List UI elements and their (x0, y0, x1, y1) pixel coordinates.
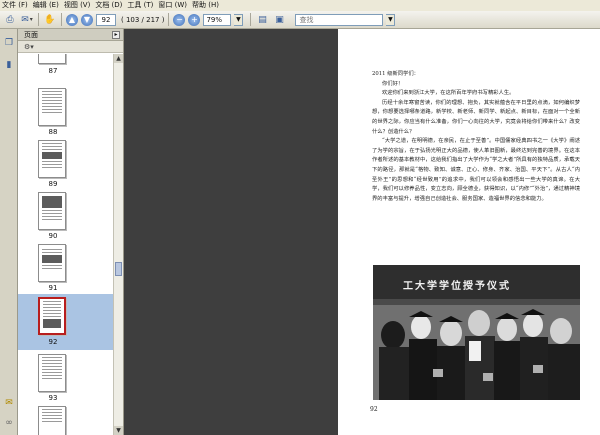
zoom-in-icon[interactable]: + (188, 13, 201, 26)
zoom-input[interactable]: 79% (203, 13, 232, 26)
thumbnail-label: 93 (48, 394, 58, 402)
paragraph: “大学之道，在明明德，在亲民，在止于至善”。中国儒家经典四书之一《大学》阐述了为… (372, 138, 580, 202)
share-icon[interactable]: ✉ (20, 13, 34, 26)
thumbnail-image (38, 406, 66, 435)
thumbnail-image (38, 354, 66, 392)
comments-icon[interactable]: ✉ (3, 397, 15, 409)
thumbnail-page-selected[interactable]: 92 (18, 294, 114, 350)
panel-header: 页面 ▸ (18, 29, 123, 41)
panel-options-button[interactable]: ⚙▾ (18, 41, 123, 53)
previous-page-icon[interactable]: ▲ (66, 13, 78, 26)
toolbar-separator (61, 13, 62, 26)
letter-greeting: 2011 级新同学们： (372, 71, 419, 77)
page-number-input[interactable]: 92 (96, 13, 116, 26)
thumbnail-image (38, 297, 66, 335)
fit-page-icon[interactable]: ▣ (272, 13, 286, 26)
thumbnail-label: 91 (48, 284, 58, 292)
thumbnail-label: 88 (48, 128, 58, 136)
menu-help[interactable]: 帮助 (H) (192, 0, 219, 11)
photo-banner-text: 工大学学位授予仪式 (403, 281, 511, 292)
panel-title: 页面 (24, 30, 38, 39)
thumbnail-page[interactable]: 90 (18, 192, 114, 244)
toolbar-separator (38, 13, 39, 26)
print-icon[interactable]: ⎙ (3, 13, 17, 26)
toolbar-separator (168, 13, 170, 26)
navigation-strip: ❐ ▮ ✉ ∞ (0, 29, 18, 435)
paragraph: 历经十余年寒窗苦读，你们的理想、抱负，其实就蕴含在平日里的点滴，如何编织梦想，你… (372, 99, 580, 135)
search-dropdown-button[interactable]: ▼ (386, 13, 396, 26)
document-page: 2011 级新同学们： 你们好！ 欢迎你们来到浙江大学，在这所百年学府书写精彩人… (338, 29, 600, 435)
thumbnail-scrollbar[interactable]: ▲ ▼ (113, 54, 123, 435)
menu-bar: 文件 (F) 编辑 (E) 视图 (V) 文档 (D) 工具 (T) 窗口 (W… (0, 0, 600, 11)
zoom-out-icon[interactable]: − (173, 13, 186, 26)
menu-edit[interactable]: 编辑 (E) (33, 0, 59, 11)
fit-width-icon[interactable]: ▤ (255, 13, 269, 26)
panel-menu-button[interactable]: ▸ (112, 31, 120, 39)
hand-tool-icon[interactable]: ✋ (43, 13, 57, 26)
scroll-up-icon[interactable]: ▲ (114, 54, 123, 63)
thumbnail-image (38, 88, 66, 126)
attachments-icon[interactable]: ∞ (3, 417, 15, 429)
thumbnail-label: 90 (48, 232, 58, 240)
search-input[interactable]: 查找 (295, 13, 384, 26)
thumbnail-page[interactable] (18, 406, 114, 435)
page-number-label: 92 (370, 406, 378, 413)
toolbar-separator (250, 13, 252, 26)
next-page-icon[interactable]: ▼ (81, 13, 93, 26)
toolbar: ⎙ ✉ ✋ ▲ ▼ 92 ( 103 / 217 ) − + 79% ▼ ▤ ▣… (0, 11, 600, 29)
pages-panel: 页面 ▸ ⚙▾ 87 88 89 90 91 92 93 ▲ ▼ (18, 29, 124, 435)
thumbnail-image (38, 140, 66, 178)
scroll-down-icon[interactable]: ▼ (114, 426, 123, 435)
thumbnail-label: 89 (48, 180, 58, 188)
thumbnail-page[interactable]: 87 (18, 54, 114, 78)
menu-view[interactable]: 视图 (V) (64, 0, 90, 11)
thumbnail-page[interactable]: 88 (18, 88, 114, 140)
graduation-photo: 工大学学位授予仪式 (373, 265, 580, 400)
options-icon[interactable]: ⚙▾ (24, 43, 34, 51)
pages-icon[interactable]: ❐ (3, 37, 15, 49)
paragraph: 欢迎你们来到浙江大学，在这所百年学府书写精彩人生。 (382, 90, 515, 97)
scrollbar-thumb[interactable] (115, 262, 122, 276)
thumbnail-page[interactable]: 91 (18, 244, 114, 296)
thumbnail-image (38, 192, 66, 230)
menu-file[interactable]: 文件 (F) (2, 0, 28, 11)
thumbnail-image (38, 54, 66, 64)
thumbnail-page[interactable]: 89 (18, 140, 114, 192)
thumbnail-list: 87 88 89 90 91 92 93 (18, 54, 114, 435)
page-count: ( 103 / 217 ) (121, 15, 165, 24)
zoom-dropdown-button[interactable]: ▼ (234, 13, 244, 26)
document-viewport[interactable]: 2011 级新同学们： 你们好！ 欢迎你们来到浙江大学，在这所百年学府书写精彩人… (124, 29, 600, 435)
thumbnail-label: 87 (48, 67, 58, 75)
menu-window[interactable]: 窗口 (W) (158, 0, 187, 11)
bookmarks-icon[interactable]: ▮ (3, 59, 15, 71)
thumbnail-label: 92 (48, 338, 58, 346)
menu-tools[interactable]: 工具 (T) (127, 0, 153, 11)
thumbnail-image (38, 244, 66, 282)
letter-salutation: 你们好！ (382, 80, 404, 87)
menu-document[interactable]: 文档 (D) (95, 0, 122, 11)
thumbnail-page[interactable]: 93 (18, 354, 114, 406)
page-text: 2011 级新同学们： 你们好！ 欢迎你们来到浙江大学，在这所百年学府书写精彩人… (372, 70, 580, 204)
